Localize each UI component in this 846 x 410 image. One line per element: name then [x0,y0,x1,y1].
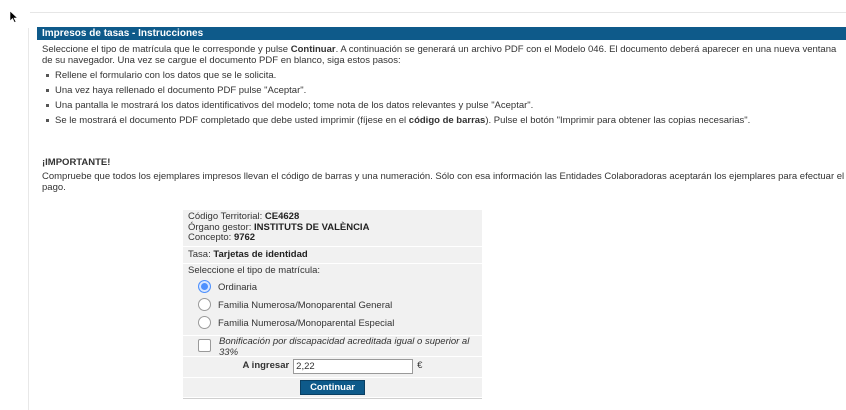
intro-paragraph: Seleccione el tipo de matrícula que le c… [42,44,837,66]
matricula-label: Seleccione el tipo de matrícula: [188,265,321,276]
mouse-cursor-icon [10,11,18,23]
matricula-group: Seleccione el tipo de matrícula: Ordinar… [183,264,482,336]
step-item: Rellene el formulario con los datos que … [42,70,846,81]
fee-form: Código Territorial: CE4628 Órgano gestor… [183,210,482,399]
bonificacion-row[interactable]: Bonificación por discapacidad acreditada… [183,335,482,357]
option-ordinaria[interactable]: Ordinaria [188,278,477,296]
option-familia-general[interactable]: Familia Numerosa/Monoparental General [188,296,477,314]
concepto: Concepto: 9762 [188,232,256,243]
left-divider [28,28,29,410]
section-header: Impresos de tasas - Instrucciones [37,27,846,40]
button-row: Continuar [183,377,482,398]
step-item: Una pantalla le mostrará los datos ident… [42,100,846,111]
ingresar-input[interactable] [293,359,414,374]
radio-ordinaria[interactable] [198,280,211,293]
important-title: ¡IMPORTANTE! [42,157,111,168]
option-familia-especial[interactable]: Familia Numerosa/Monoparental Especial [188,314,477,332]
continue-button[interactable]: Continuar [300,379,365,395]
important-text: Compruebe que todos los ejemplares impre… [42,171,845,193]
ingresar-label: A ingresar [242,360,290,372]
panel-bottom-border [183,397,482,399]
currency-label: € [417,360,423,372]
steps-list: Rellene el formulario con los datos que … [42,70,846,126]
bonificacion-checkbox[interactable] [198,339,211,352]
radio-familia-general[interactable] [198,298,211,311]
radio-familia-especial[interactable] [198,316,211,329]
ingresar-row: A ingresar € [183,356,482,378]
step-item: Se le mostrará el documento PDF completa… [42,115,846,126]
step-item: Una vez haya rellenado el documento PDF … [42,85,846,96]
top-divider [30,12,846,13]
tasa: Tasa: Tarjetas de identidad [183,246,482,264]
instructions: Seleccione el tipo de matrícula que le c… [42,44,846,130]
fee-info: Código Territorial: CE4628 Órgano gestor… [183,210,482,247]
